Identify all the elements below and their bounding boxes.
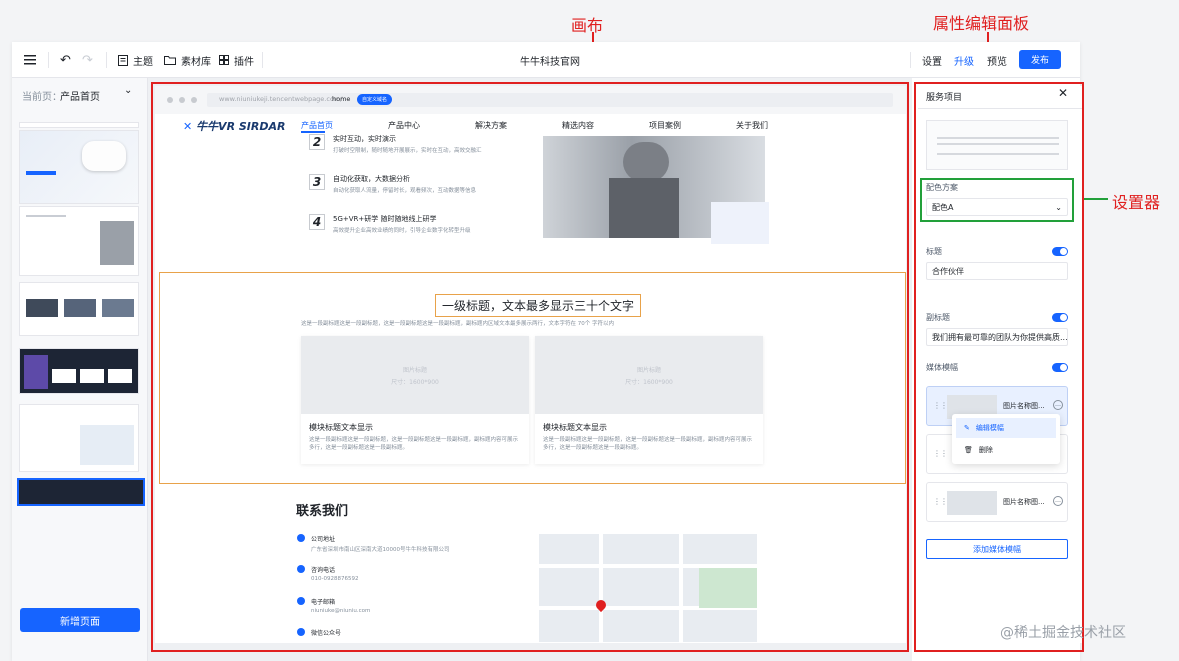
grid-icon <box>219 55 229 65</box>
redo-icon[interactable]: ↷ <box>82 42 93 78</box>
page-list-panel: 当前页： 产品首页 ⌄ 新增页面 <box>12 78 148 661</box>
page-thumbnail[interactable] <box>19 348 139 394</box>
thumb-photo <box>100 221 134 265</box>
add-page-button[interactable]: 新增页面 <box>20 608 140 632</box>
thumb-button <box>26 171 56 175</box>
page-thumbnail[interactable] <box>19 122 139 128</box>
theme-button[interactable]: 主题 <box>118 42 153 78</box>
thumb-card <box>108 369 132 383</box>
divider <box>262 52 263 68</box>
publish-button[interactable]: 发布 <box>1019 50 1061 69</box>
setter-highlight <box>920 178 1074 222</box>
settings-button[interactable]: 设置 <box>922 42 942 78</box>
thumb-card <box>52 369 76 383</box>
page-thumbnail-selected[interactable] <box>17 478 145 506</box>
panel-highlight <box>914 82 1084 652</box>
thumb-map <box>80 425 134 465</box>
upgrade-button[interactable]: 升级 <box>954 42 974 78</box>
current-page-prefix: 当前页： <box>22 92 62 103</box>
materials-label: 素材库 <box>181 56 211 68</box>
canvas-annotation: 画布 <box>571 16 604 35</box>
divider <box>106 52 107 68</box>
plugins-label: 插件 <box>234 56 254 68</box>
page-thumbnail[interactable] <box>19 130 139 204</box>
site-title: 牛牛科技官网 <box>520 56 580 68</box>
folder-icon <box>164 56 176 65</box>
thumb-card <box>26 299 58 317</box>
toolbar: ↶ ↷ 主题 素材库 插件 牛牛科技官网 设置 升级 预览 发布 <box>12 42 1080 78</box>
thumb-card <box>102 299 134 317</box>
thumb-photo <box>24 355 48 389</box>
theme-icon <box>118 54 128 66</box>
divider <box>910 52 911 68</box>
page-thumbnail[interactable] <box>19 404 139 472</box>
thumb-card <box>80 369 104 383</box>
page-thumbnail[interactable] <box>19 282 139 336</box>
preview-button[interactable]: 预览 <box>987 42 1007 78</box>
thumb-card <box>64 299 96 317</box>
plugins-button[interactable]: 插件 <box>219 42 254 78</box>
menu-icon[interactable] <box>24 42 36 78</box>
undo-icon[interactable]: ↶ <box>60 42 71 78</box>
current-page-select[interactable]: 产品首页 <box>60 88 100 103</box>
page-thumbnail[interactable] <box>19 206 139 276</box>
thumb-line <box>26 215 66 217</box>
setter-annotation: 设置器 <box>1112 193 1161 212</box>
panel-annotation: 属性编辑面板 <box>933 14 1030 33</box>
materials-button[interactable]: 素材库 <box>164 42 211 78</box>
theme-label: 主题 <box>133 56 153 68</box>
vr-headset-image <box>82 141 126 171</box>
watermark: @稀土掘金技术社区 <box>1000 625 1126 641</box>
divider <box>48 52 49 68</box>
chevron-down-icon[interactable]: ⌄ <box>124 85 132 96</box>
canvas-highlight <box>151 82 909 652</box>
